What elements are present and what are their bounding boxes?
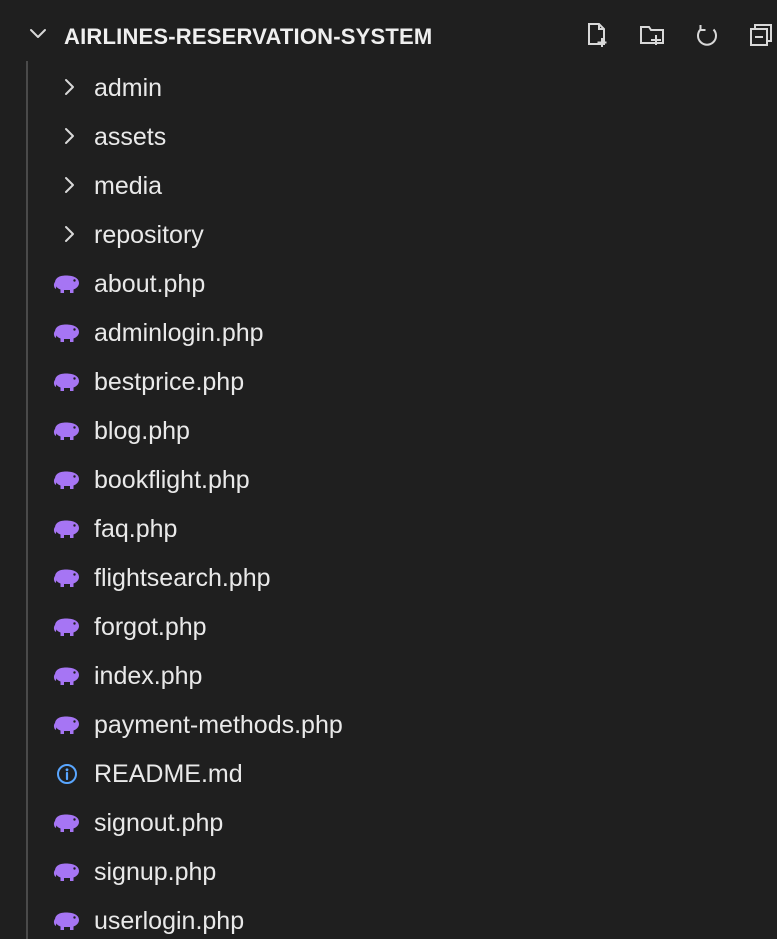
collapse-all-icon (750, 24, 772, 46)
file-label: index.php (94, 662, 203, 690)
php-elephant-icon (53, 618, 79, 636)
php-elephant-icon (53, 667, 79, 685)
file-label: payment-methods.php (94, 711, 343, 739)
project-title[interactable]: AIRLINES-RESERVATION-SYSTEM (64, 24, 432, 50)
php-elephant-icon (53, 275, 79, 293)
file-label: forgot.php (94, 613, 207, 641)
file-row[interactable]: index.php (0, 651, 777, 700)
file-row[interactable]: flightsearch.php (0, 553, 777, 602)
php-elephant-icon (53, 422, 79, 440)
new-file-button[interactable] (578, 20, 616, 50)
file-label: README.md (94, 760, 243, 788)
php-elephant-icon (53, 912, 79, 930)
file-row[interactable]: README.md (0, 749, 777, 798)
file-row[interactable]: payment-methods.php (0, 700, 777, 749)
file-label: signup.php (94, 858, 217, 886)
folder-label: media (94, 172, 163, 200)
php-elephant-icon (53, 471, 79, 489)
file-label: faq.php (94, 515, 178, 543)
file-tree: admin assets media repository about.php (0, 61, 777, 939)
file-row[interactable]: forgot.php (0, 602, 777, 651)
refresh-button[interactable] (688, 20, 726, 50)
file-row[interactable]: about.php (0, 259, 777, 308)
folder-row[interactable]: assets (0, 112, 777, 161)
php-elephant-icon (53, 373, 79, 391)
php-elephant-icon (53, 863, 79, 881)
folder-label: admin (94, 74, 163, 102)
file-label: bestprice.php (94, 368, 245, 396)
file-label: blog.php (94, 417, 190, 445)
collapse-all-button[interactable] (743, 20, 777, 50)
file-label: adminlogin.php (94, 319, 264, 347)
refresh-icon (697, 25, 717, 46)
file-row[interactable]: signup.php (0, 847, 777, 896)
file-row[interactable]: userlogin.php (0, 896, 777, 939)
php-elephant-icon (53, 814, 79, 832)
info-icon (57, 764, 77, 784)
file-label: bookflight.php (94, 466, 250, 494)
php-elephant-icon (53, 716, 79, 734)
file-explorer: AIRLINES-RESERVATION-SYSTEM admin assets… (0, 0, 777, 939)
file-row[interactable]: bestprice.php (0, 357, 777, 406)
file-row[interactable]: blog.php (0, 406, 777, 455)
folder-label: assets (94, 123, 167, 151)
chevron-right-icon[interactable] (59, 125, 81, 147)
file-label: about.php (94, 270, 206, 298)
php-elephant-icon (53, 520, 79, 538)
new-folder-button[interactable] (633, 20, 671, 50)
file-label: flightsearch.php (94, 564, 271, 592)
new-folder-icon (640, 26, 664, 45)
file-label: userlogin.php (94, 907, 245, 935)
folder-label: repository (94, 221, 204, 249)
file-row[interactable]: bookflight.php (0, 455, 777, 504)
chevron-down-icon[interactable] (26, 22, 50, 46)
file-row[interactable]: adminlogin.php (0, 308, 777, 357)
file-label: signout.php (94, 809, 224, 837)
folder-row[interactable]: repository (0, 210, 777, 259)
file-row[interactable]: signout.php (0, 798, 777, 847)
new-file-icon (588, 23, 607, 47)
explorer-actions (578, 20, 777, 50)
explorer-header[interactable]: AIRLINES-RESERVATION-SYSTEM (0, 14, 777, 61)
chevron-right-icon[interactable] (59, 76, 81, 98)
folder-row[interactable]: admin (0, 63, 777, 112)
folder-row[interactable]: media (0, 161, 777, 210)
php-elephant-icon (53, 324, 79, 342)
file-row[interactable]: faq.php (0, 504, 777, 553)
chevron-right-icon[interactable] (59, 223, 81, 245)
chevron-right-icon[interactable] (59, 174, 81, 196)
php-elephant-icon (53, 569, 79, 587)
